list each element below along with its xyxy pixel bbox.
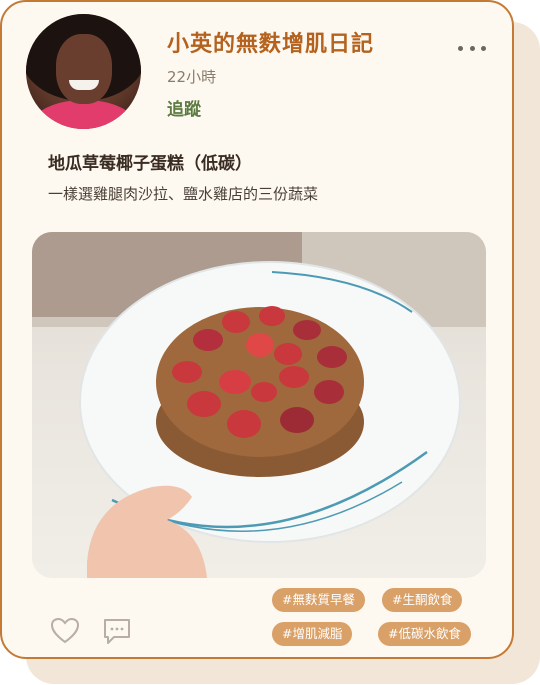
cake-photo-illustration [32, 232, 486, 578]
author-name[interactable]: 小英的無麩增肌日記 [167, 26, 374, 58]
more-dot [481, 45, 486, 51]
more-dot [469, 45, 475, 51]
comment-icon[interactable] [102, 617, 132, 649]
hand [87, 485, 207, 578]
follow-button[interactable]: 追蹤 [167, 95, 201, 120]
more-dot [458, 45, 463, 51]
post-title: 地瓜草莓椰子蛋糕（低碳） [48, 154, 252, 174]
post-photo[interactable] [32, 232, 486, 578]
avatar[interactable] [26, 14, 141, 129]
tag-build-muscle[interactable]: #增肌減脂 [272, 622, 353, 646]
post-time: 22小時 [167, 68, 217, 86]
post-description: 一樣選雞腿肉沙拉、鹽水雞店的三份蔬菜 [48, 185, 319, 203]
avatar-shirt [32, 100, 136, 129]
heart-icon[interactable] [50, 617, 80, 649]
post-card: 小英的無麩增肌日記 22小時 追蹤 地瓜草莓椰子蛋糕（低碳） 一樣選雞腿肉沙拉、… [0, 0, 514, 659]
tag-low-carb[interactable]: #低碳水飲食 [378, 622, 471, 646]
tag-keto-diet[interactable]: #生酮飲食 [382, 588, 463, 612]
avatar-face [56, 34, 112, 104]
tag-gluten-free-breakfast[interactable]: #無麩質早餐 [272, 588, 365, 612]
more-options-icon[interactable] [458, 38, 486, 58]
